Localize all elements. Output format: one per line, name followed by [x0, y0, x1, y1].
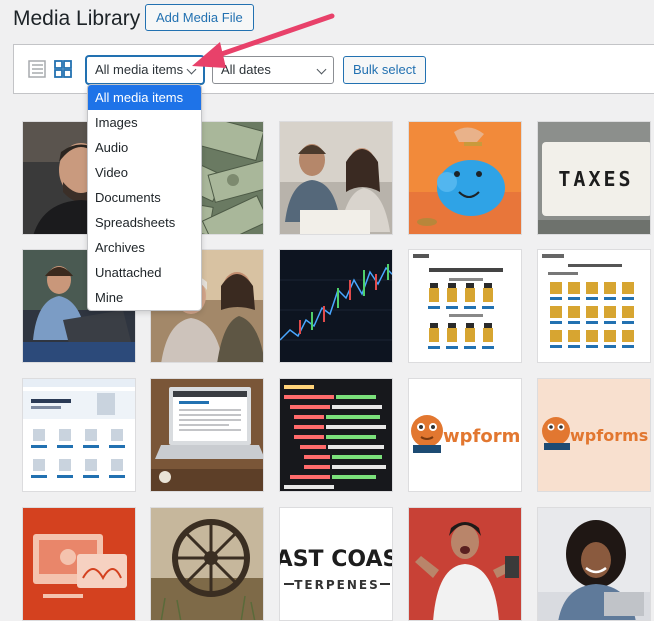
media-tile-wagon-wheel[interactable] — [150, 507, 264, 621]
dropdown-option-unattached[interactable]: Unattached — [88, 260, 201, 285]
media-tile-product-page-2[interactable] — [537, 249, 651, 363]
media-tile-code-editor[interactable] — [279, 378, 393, 492]
media-tile-taxes[interactable]: TAXES — [537, 121, 651, 235]
thumbnail-image — [280, 250, 392, 362]
grid-view-icon[interactable] — [54, 60, 72, 78]
media-tile-couple-finances[interactable] — [279, 121, 393, 235]
dropdown-option-documents[interactable]: Documents — [88, 185, 201, 210]
annotation-arrow-icon — [192, 13, 335, 68]
wpforms-logo-text: wpform — [443, 426, 520, 447]
media-tile-laptop-desk[interactable] — [150, 378, 264, 492]
media-tile-wpforms-1[interactable]: wpform — [408, 378, 522, 492]
thumbnail-image — [280, 122, 392, 234]
terpenes-text: TERPENES — [294, 578, 380, 592]
media-tile-east-coast-terpenes[interactable]: AST COAS TERPENES — [279, 507, 393, 621]
dropdown-option-all-media-items[interactable]: All media items — [88, 85, 201, 110]
media-type-dropdown: All media items Images Audio Video Docum… — [87, 84, 202, 311]
thumbnail-image — [151, 508, 263, 620]
thumbnail-image: TAXES — [538, 122, 650, 234]
dropdown-option-archives[interactable]: Archives — [88, 235, 201, 260]
taxes-text: TAXES — [558, 167, 633, 191]
wpforms-logo-text: wpforms — [570, 426, 648, 445]
thumbnail-image — [409, 122, 521, 234]
thumbnail-image — [409, 508, 521, 620]
media-tile-product-page-1[interactable] — [408, 249, 522, 363]
media-tile-product-page-3[interactable] — [22, 378, 136, 492]
dropdown-option-spreadsheets[interactable]: Spreadsheets — [88, 210, 201, 235]
thumbnail-image — [280, 379, 392, 491]
media-tile-stock-chart[interactable] — [279, 249, 393, 363]
east-coast-text: AST COAS — [280, 547, 393, 572]
media-tile-piggy-bank[interactable] — [408, 121, 522, 235]
dropdown-option-video[interactable]: Video — [88, 160, 201, 185]
bulk-select-button[interactable]: Bulk select — [343, 56, 426, 84]
thumbnail-image: wpform — [409, 379, 521, 491]
dropdown-option-mine[interactable]: Mine — [88, 285, 201, 310]
media-tile-excited-man[interactable] — [408, 507, 522, 621]
dropdown-option-images[interactable]: Images — [88, 110, 201, 135]
thumbnail-image — [23, 379, 135, 491]
list-view-icon[interactable] — [28, 60, 46, 78]
thumbnail-image — [538, 250, 650, 362]
thumbnail-image — [23, 508, 135, 620]
thumbnail-image — [409, 250, 521, 362]
thumbnail-image: AST COAS TERPENES — [280, 508, 393, 620]
media-type-filter-value: All media items — [95, 62, 184, 77]
media-tile-video-illustration[interactable] — [22, 507, 136, 621]
dropdown-option-audio[interactable]: Audio — [88, 135, 201, 160]
media-tile-smiling-woman[interactable] — [537, 507, 651, 621]
media-tile-wpforms-2[interactable]: wpforms — [537, 378, 651, 492]
thumbnail-image — [538, 508, 650, 620]
page-title: Media Library — [13, 7, 141, 30]
thumbnail-image: wpforms — [538, 379, 650, 491]
thumbnail-image — [151, 379, 263, 491]
